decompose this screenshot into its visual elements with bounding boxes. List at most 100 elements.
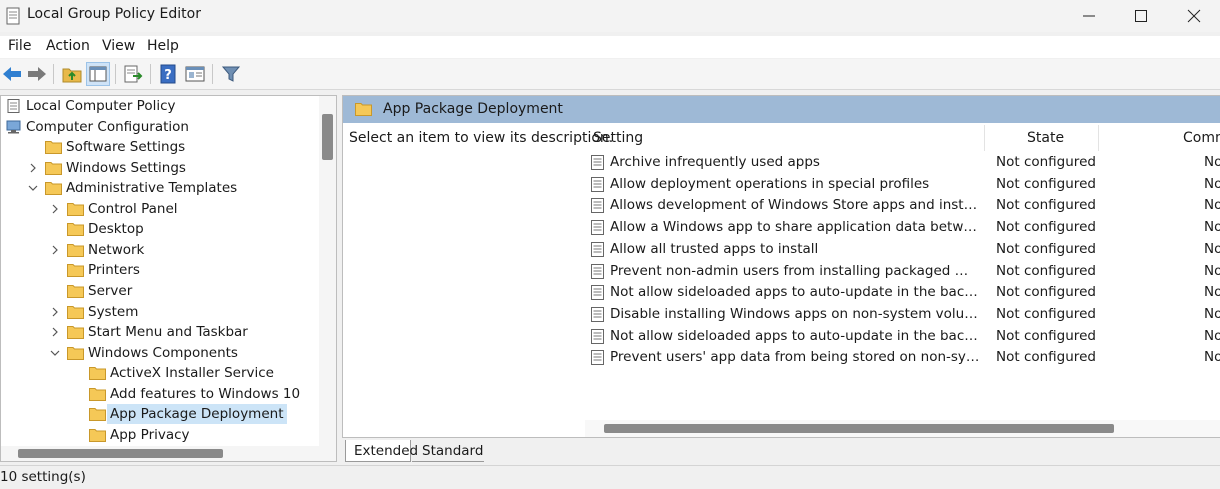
menu-action[interactable]: Action — [46, 38, 90, 54]
details-header: App Package Deployment — [343, 96, 1220, 123]
setting-name: Not allow sideloaded apps to auto-update… — [610, 284, 980, 301]
column-header-setting[interactable]: Setting — [593, 130, 643, 146]
setting-row[interactable]: Allow a Windows app to share application… — [591, 217, 1220, 238]
details-pane: App Package Deployment Select an item to… — [342, 95, 1220, 438]
tree-item[interactable]: System — [1, 302, 319, 322]
tree-item-label: Windows Components — [88, 344, 238, 361]
forward-icon[interactable] — [26, 63, 48, 85]
close-button[interactable] — [1168, 0, 1220, 32]
tree-item[interactable]: Control Panel — [1, 199, 319, 219]
menu-view[interactable]: View — [102, 38, 135, 54]
maximize-button[interactable] — [1115, 0, 1167, 32]
folder-icon — [67, 223, 84, 237]
minimize-icon — [1083, 15, 1095, 17]
chevron-right-icon[interactable] — [50, 327, 60, 337]
tree-item-label: Start Menu and Taskbar — [88, 324, 248, 341]
setting-row[interactable]: Not allow sideloaded apps to auto-update… — [591, 326, 1220, 347]
tab-standard[interactable]: Standard — [412, 440, 484, 462]
chevron-right-icon[interactable] — [28, 163, 38, 173]
setting-name: Disable installing Windows apps on non-s… — [610, 305, 980, 322]
folder-icon — [89, 367, 106, 381]
tree-item[interactable]: Printers — [1, 260, 319, 280]
minimize-button[interactable] — [1063, 0, 1115, 32]
setting-row[interactable]: Prevent non-admin users from installing … — [591, 261, 1220, 282]
setting-row[interactable]: Allows development of Windows Store apps… — [591, 195, 1220, 216]
tree-vertical-scrollbar[interactable] — [319, 96, 336, 446]
tree-item[interactable]: Windows Components — [1, 343, 319, 363]
tree-item[interactable]: Windows Settings — [1, 158, 319, 178]
scrollbar-thumb[interactable] — [604, 424, 1114, 433]
tree-item[interactable]: Software Settings — [1, 137, 319, 157]
setting-comment: No — [1204, 154, 1220, 170]
tree-item[interactable]: App Package Deployment — [1, 404, 319, 425]
maximize-icon — [1135, 10, 1147, 22]
help-icon[interactable]: ? — [158, 63, 180, 85]
tree-item[interactable]: Start Menu and Taskbar — [1, 322, 319, 342]
column-divider[interactable] — [1098, 125, 1099, 151]
chevron-right-icon[interactable] — [50, 245, 60, 255]
policy-setting-icon — [591, 285, 604, 301]
tab-extended[interactable]: Extended — [345, 440, 418, 462]
toolbar-separator — [212, 64, 213, 84]
tree-item[interactable]: Computer Configuration — [1, 117, 319, 137]
tree-item-label: Printers — [88, 262, 140, 279]
tree-item[interactable]: Network — [1, 240, 319, 260]
menu-file[interactable]: File — [8, 38, 31, 54]
details-horizontal-scrollbar[interactable] — [585, 420, 1220, 437]
filter-icon[interactable] — [220, 63, 242, 85]
toolbar: ? — [0, 59, 1220, 90]
setting-row[interactable]: Archive infrequently used apps Not config… — [591, 152, 1220, 173]
tree-item[interactable]: ActiveX Installer Service — [1, 363, 319, 383]
chevron-down-icon[interactable] — [50, 348, 60, 358]
tree-horizontal-scrollbar[interactable] — [1, 446, 336, 461]
column-header-comment[interactable]: Comm — [1183, 130, 1220, 146]
tree-item-label: Desktop — [88, 221, 144, 238]
tree-item-label: Local Computer Policy — [26, 98, 176, 114]
setting-comment: No — [1204, 305, 1220, 322]
tree-item[interactable]: Local Computer Policy — [1, 96, 319, 116]
tree-item-label: ActiveX Installer Service — [110, 365, 274, 382]
tree-item[interactable]: Administrative Templates — [1, 178, 319, 198]
chevron-right-icon[interactable] — [50, 204, 60, 214]
computer-icon — [6, 120, 21, 134]
show-hide-tree-icon[interactable] — [86, 62, 110, 86]
menu-help[interactable]: Help — [147, 38, 179, 54]
tree-item[interactable]: App Privacy — [1, 425, 319, 445]
status-bar: 10 setting(s) — [0, 465, 1220, 489]
console-tree[interactable]: Local Computer Policy Computer Configurat… — [0, 95, 337, 462]
setting-row[interactable]: Not allow sideloaded apps to auto-update… — [591, 282, 1220, 303]
folder-icon — [45, 141, 62, 155]
back-icon[interactable] — [1, 63, 23, 85]
tree-item[interactable]: Server — [1, 281, 319, 301]
tree-item[interactable]: Add features to Windows 10 — [1, 384, 319, 404]
setting-row[interactable]: Allow all trusted apps to install Not con… — [591, 239, 1220, 260]
setting-comment: No — [1204, 197, 1220, 214]
scrollbar-thumb[interactable] — [18, 449, 223, 458]
setting-state: Not configured — [996, 175, 1096, 192]
tree-item[interactable]: Desktop — [1, 219, 319, 239]
setting-row[interactable]: Allow deployment operations in special p… — [591, 174, 1220, 195]
setting-state: Not configured — [996, 240, 1096, 257]
setting-comment: No — [1204, 327, 1220, 344]
setting-row[interactable]: Prevent users' app data from being store… — [591, 347, 1220, 368]
column-divider[interactable] — [984, 125, 985, 151]
toolbar-separator — [150, 64, 151, 84]
policy-setting-icon — [591, 350, 604, 366]
folder-icon — [89, 408, 106, 422]
column-header-state[interactable]: State — [1027, 130, 1064, 146]
description-prompt: Select an item to view its description. — [349, 130, 614, 146]
folder-icon — [67, 284, 84, 298]
tree-item-label: Add features to Windows 10 — [110, 385, 301, 402]
scrollbar-thumb[interactable] — [322, 114, 333, 160]
folder-icon — [67, 346, 84, 360]
setting-state: Not configured — [996, 305, 1096, 322]
setting-comment: No — [1204, 349, 1220, 366]
properties-icon[interactable] — [184, 63, 206, 85]
setting-name: Archive infrequently used apps — [610, 154, 820, 170]
up-folder-icon[interactable] — [61, 63, 83, 85]
setting-name: Allows development of Windows Store apps… — [610, 197, 980, 214]
setting-row[interactable]: Disable installing Windows apps on non-s… — [591, 304, 1220, 325]
chevron-right-icon[interactable] — [50, 307, 60, 317]
export-list-icon[interactable] — [122, 63, 144, 85]
chevron-down-icon[interactable] — [28, 183, 38, 193]
